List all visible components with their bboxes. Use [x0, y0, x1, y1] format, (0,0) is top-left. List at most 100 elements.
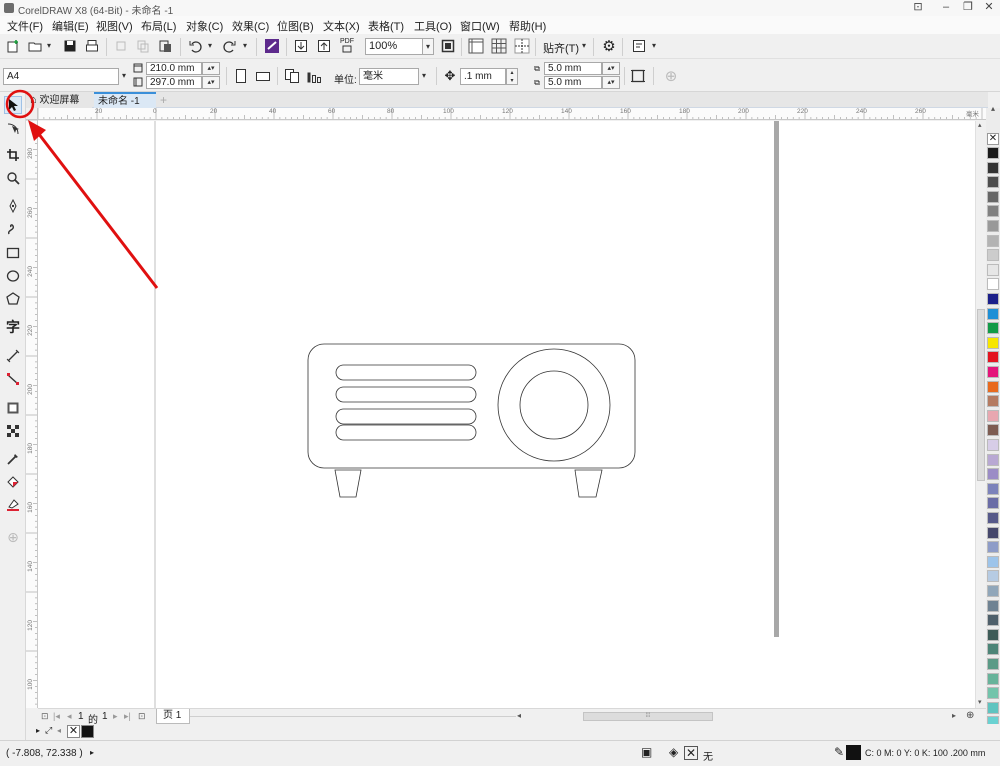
- duplicate-distance-y-field[interactable]: 5.0 mm: [544, 76, 602, 89]
- zoom-dropdown-icon[interactable]: ▾: [422, 38, 434, 55]
- publish-pdf-icon[interactable]: PDF: [338, 36, 356, 54]
- palette-color-swatch[interactable]: [987, 672, 999, 685]
- open-folder-icon[interactable]: [26, 37, 44, 55]
- close-button[interactable]: ✕: [978, 0, 1000, 16]
- palette-color-swatch[interactable]: [987, 366, 999, 378]
- width-spinner[interactable]: ▴▾: [202, 62, 220, 75]
- palette-color-swatch[interactable]: [987, 512, 999, 524]
- all-pages-icon[interactable]: [283, 67, 301, 85]
- projector-vent[interactable]: [335, 408, 477, 425]
- palette-color-swatch[interactable]: [987, 380, 999, 393]
- page-size-select[interactable]: A4: [3, 68, 119, 85]
- new-document-icon[interactable]: [4, 37, 22, 55]
- palette-color-swatch[interactable]: [987, 482, 999, 495]
- connector-tool-icon[interactable]: [4, 370, 22, 388]
- horizontal-scrollbar-thumb[interactable]: ⁞⁞⁞: [583, 712, 713, 721]
- palette-color-swatch[interactable]: [987, 351, 999, 364]
- palette-color-swatch[interactable]: [987, 161, 999, 174]
- full-screen-icon[interactable]: [439, 37, 457, 55]
- palette-color-swatch[interactable]: [987, 409, 999, 422]
- eyedropper-icon[interactable]: ⤢: [45, 725, 52, 736]
- add-tool-icon[interactable]: ⊕: [4, 528, 22, 546]
- portrait-icon[interactable]: [232, 67, 250, 85]
- palette-color-swatch[interactable]: [987, 249, 999, 262]
- palette-color-swatch[interactable]: [987, 599, 999, 612]
- scroll-left-icon[interactable]: ◂: [517, 711, 521, 720]
- duplicate-x-spinner[interactable]: ▴▾: [602, 62, 620, 75]
- snap-dropdown-icon[interactable]: ▾: [578, 38, 590, 54]
- menu-tools[interactable]: 工具(O): [414, 18, 452, 34]
- options-gear-icon[interactable]: ⚙: [600, 37, 618, 55]
- palette-color-swatch[interactable]: [987, 658, 999, 670]
- palette-color-swatch[interactable]: [987, 468, 999, 481]
- palette-color-swatch[interactable]: [987, 687, 999, 700]
- color-proof-icon[interactable]: ▣: [641, 745, 652, 759]
- nudge-distance-field[interactable]: .1 mm: [460, 68, 506, 85]
- palette-color-swatch[interactable]: [987, 555, 999, 568]
- vertical-scrollbar-thumb[interactable]: [977, 309, 985, 481]
- palette-color-swatch[interactable]: [987, 628, 999, 641]
- projector-drawing[interactable]: [307, 343, 636, 498]
- document-no-color-swatch[interactable]: ✕: [67, 725, 80, 738]
- palette-color-swatch[interactable]: [987, 585, 999, 597]
- launcher-dropdown-icon[interactable]: ▾: [648, 38, 660, 54]
- projector-vent[interactable]: [335, 424, 477, 441]
- page-size-dropdown-icon[interactable]: ▾: [118, 68, 130, 85]
- undo-dropdown-icon[interactable]: ▾: [204, 38, 216, 54]
- page-tab-1[interactable]: 页 1: [156, 709, 190, 724]
- palette-color-swatch[interactable]: [987, 190, 999, 203]
- save-icon[interactable]: [61, 37, 79, 55]
- previous-page-arrow-icon[interactable]: ◂: [67, 711, 72, 722]
- palette-color-swatch[interactable]: [987, 526, 999, 539]
- page-width-field[interactable]: 210.0 mm: [146, 62, 202, 75]
- paste-icon[interactable]: [156, 37, 174, 55]
- menu-text[interactable]: 文本(X): [323, 18, 360, 34]
- menu-object[interactable]: 对象(C): [186, 18, 223, 34]
- show-grid-icon[interactable]: [490, 37, 508, 55]
- page-border-icon[interactable]: [629, 67, 647, 85]
- menu-table[interactable]: 表格(T): [368, 18, 404, 34]
- palette-color-swatch[interactable]: [987, 307, 999, 320]
- account-icon[interactable]: ⊡: [907, 0, 929, 16]
- palette-color-swatch[interactable]: [987, 614, 999, 627]
- zoom-level-field[interactable]: 100%: [365, 38, 423, 55]
- fill-bucket-icon[interactable]: ◈: [669, 745, 678, 759]
- application-launcher-icon[interactable]: [630, 37, 648, 55]
- projector-leg-right[interactable]: [574, 469, 603, 498]
- palette-color-swatch[interactable]: [987, 497, 999, 510]
- search-content-icon[interactable]: [263, 37, 281, 55]
- units-select[interactable]: 毫米: [359, 68, 419, 85]
- palette-color-swatch[interactable]: [987, 439, 999, 451]
- quick-customize-icon[interactable]: ⊕: [662, 67, 680, 85]
- palette-prev-icon[interactable]: ◂: [57, 726, 61, 735]
- first-page-icon[interactable]: ⊡: [41, 711, 49, 722]
- palette-color-swatch[interactable]: [987, 293, 999, 305]
- next-page-arrow-icon[interactable]: ▸: [113, 711, 118, 722]
- scroll-right-icon[interactable]: ▸: [952, 711, 956, 720]
- palette-color-swatch[interactable]: [987, 453, 999, 466]
- projector-vent[interactable]: [335, 364, 477, 381]
- projector-lens-inner[interactable]: [519, 370, 589, 440]
- menu-layout[interactable]: 布局(L): [141, 18, 176, 34]
- palette-color-swatch[interactable]: [987, 570, 999, 583]
- palette-color-swatch[interactable]: [987, 322, 999, 335]
- show-guidelines-icon[interactable]: [513, 37, 531, 55]
- no-color-swatch[interactable]: ✕: [987, 133, 999, 145]
- fill-none-swatch[interactable]: ✕: [684, 746, 698, 760]
- status-menu-arrow-icon[interactable]: ▸: [90, 748, 94, 757]
- zoom-navigator-icon[interactable]: ⊕: [966, 710, 974, 721]
- import-icon[interactable]: [292, 37, 310, 55]
- menu-window[interactable]: 窗口(W): [460, 18, 500, 34]
- palette-color-swatch[interactable]: [987, 205, 999, 218]
- palette-color-swatch[interactable]: [987, 424, 999, 437]
- palette-color-swatch[interactable]: [987, 395, 999, 408]
- palette-color-swatch[interactable]: [987, 643, 999, 656]
- print-icon[interactable]: [83, 37, 101, 55]
- scroll-down-icon[interactable]: ▾: [978, 698, 982, 706]
- palette-color-swatch[interactable]: [987, 278, 999, 291]
- palette-color-swatch[interactable]: [987, 176, 999, 189]
- previous-page-icon[interactable]: |◂: [53, 711, 60, 722]
- undo-icon[interactable]: [186, 37, 204, 55]
- palette-color-swatch[interactable]: [987, 263, 999, 276]
- palette-color-swatch[interactable]: [987, 220, 999, 232]
